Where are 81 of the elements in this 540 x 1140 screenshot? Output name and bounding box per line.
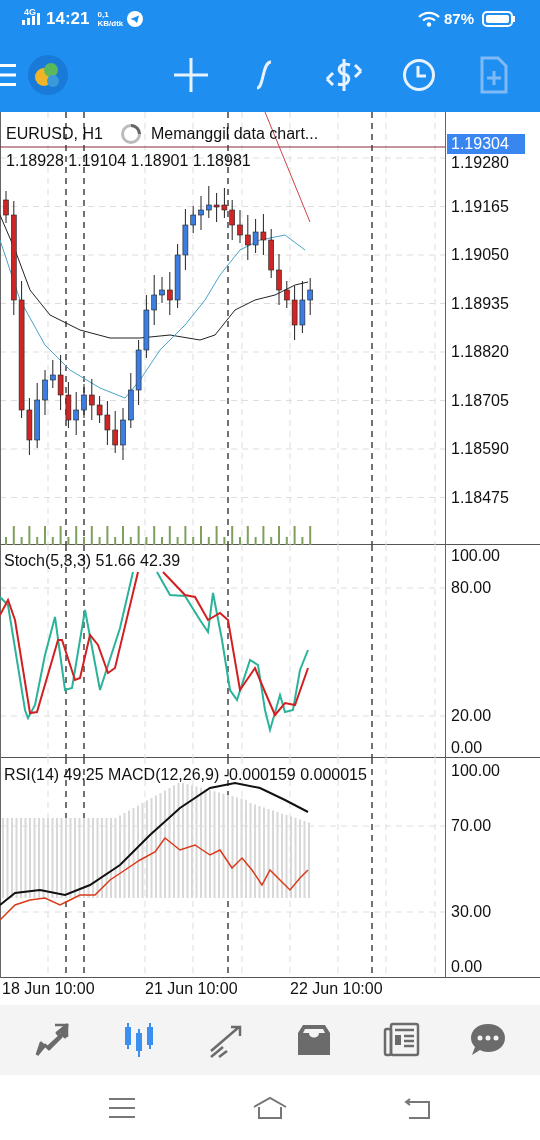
price-tick-label: 1.18820 [451,343,509,361]
volume-bar [75,526,78,545]
rsi-tick-label: 70.00 [451,817,492,835]
volume-bar [223,537,226,545]
candle [120,407,126,461]
rsi-tick-label: 100.00 [451,762,500,780]
volume-bar [90,526,93,545]
price-tick-label: 1.18475 [451,488,509,507]
candle [81,383,87,419]
volume-bar [12,526,15,545]
battery-icon [482,11,516,27]
volume-bar [129,537,132,545]
volume-bar [192,537,195,545]
speed-value: 0,1 [97,10,110,19]
candle [42,369,48,416]
crosshair-button[interactable] [174,55,208,95]
volume-bar [231,526,234,545]
volume-bar [51,537,54,545]
volume-bar [246,526,249,545]
candle [276,253,282,306]
volume-bar [168,526,171,545]
loading-message: Memanggil data chart... [151,125,319,143]
volume-bar [20,537,23,545]
volume-bar [285,537,288,545]
time-axis-label: 21 Jun 10:00 [145,980,238,998]
volume-bar [207,537,210,545]
volume-bar [262,526,265,545]
time-axis-label: 18 Jun 10:00 [2,980,95,998]
volume-bar [145,537,148,545]
back-arrow-icon [404,1095,432,1120]
candle [237,209,243,244]
price-tick-label: 1.18935 [451,294,509,313]
volume-bar [98,537,101,545]
volume-bar [67,537,70,545]
app-logo-button[interactable] [26,55,70,95]
volume-bar [270,537,273,545]
volume-bar [309,526,312,545]
stochastic-label: Stoch(5,3,3) 51.66 42.39 [4,552,181,570]
ohlc-values: 1.18928 1.19104 1.18901 1.18981 [6,152,251,170]
price-tick-label: 1.18590 [451,440,509,458]
stochastic-tick-label: 20.00 [451,707,492,725]
stochastic-tick-label: 0.00 [451,739,483,757]
speed-unit: KB/dtk [97,19,124,28]
network-label: 4G [24,7,36,17]
candle [198,195,204,231]
price-tick-label: 1.19280 [451,154,509,172]
volume-bar [114,537,117,545]
price-tick-label: 1.19165 [451,197,509,216]
battery-percent: 87% [443,8,474,29]
current-price-label: 1.19304 [447,134,525,154]
clock-time: 14:21 [46,8,90,31]
volume-bar [301,537,304,545]
volume-bar [215,526,218,545]
loading-spinner-icon [120,123,142,145]
volume-bar [28,526,31,545]
candle [159,276,165,304]
price-tick-label: 1.18705 [451,391,509,410]
newspaper-icon [381,1021,420,1059]
volume-bar [293,526,296,545]
volume-bar [59,526,62,545]
candle [3,190,9,224]
volume-bar [137,526,140,545]
signal-icon [22,13,42,25]
time-axis-label: 22 Jun 10:00 [290,980,383,998]
volume-bar [36,537,39,545]
three-lines-icon [108,1096,136,1119]
rsi-tick-label: 0.00 [451,958,483,976]
volume-bar [176,537,179,545]
stochastic-tick-label: 80.00 [451,579,492,597]
volume-bar [254,537,257,545]
rsi-macd-label: RSI(14) 49.25 MACD(12,26,9) -0.000159 0.000015 [4,766,367,784]
volume-bar [153,526,156,545]
stochastic-tick-label: 100.00 [451,547,500,565]
paper-plane-icon [127,11,144,27]
symbol-label: EURUSD, H1 [6,125,103,143]
rsi-tick-label: 30.00 [451,903,492,921]
price-tick-label: 1.19050 [451,246,509,264]
volume-bar [184,526,187,545]
wifi-icon [417,11,440,27]
volume-bar [106,526,109,545]
house-icon [252,1095,288,1120]
